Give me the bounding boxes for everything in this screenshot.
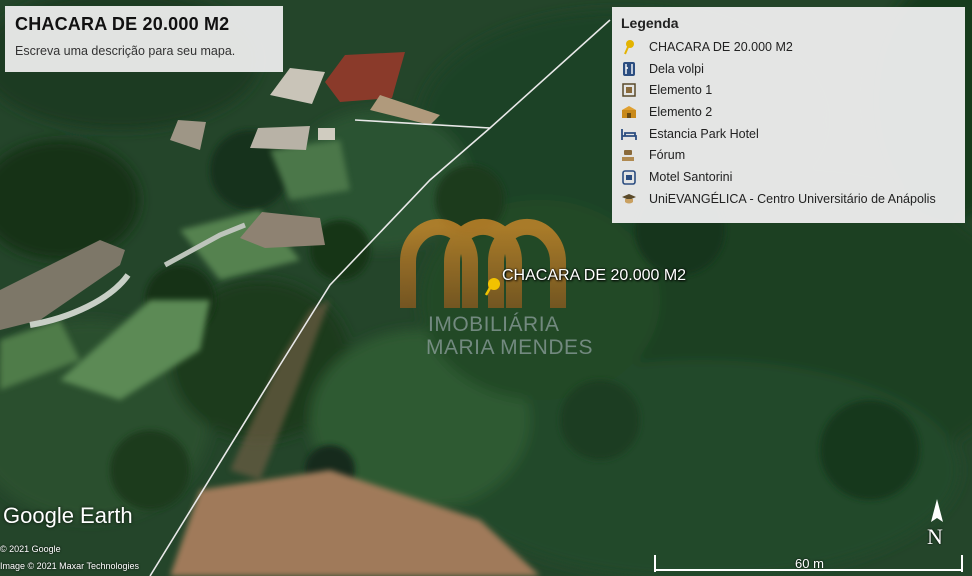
copyright-imagery: Image © 2021 Maxar Technologies xyxy=(0,561,140,571)
legend-panel: Legenda CHACARA DE 20.000 M2 Dela volpi … xyxy=(612,7,965,223)
legend-item-forum[interactable]: Fórum xyxy=(621,144,956,166)
placemark-label[interactable]: CHACARA DE 20.000 M2 xyxy=(502,267,686,285)
legend-item-chacara[interactable]: CHACARA DE 20.000 M2 xyxy=(621,36,956,58)
legend-item-elemento-2[interactable]: Elemento 2 xyxy=(621,101,956,123)
copyright-google: © 2021 Google xyxy=(0,544,61,554)
legend-item-motel-santorini[interactable]: Motel Santorini xyxy=(621,166,956,188)
legend-item-elemento-1[interactable]: Elemento 1 xyxy=(621,79,956,101)
north-compass[interactable]: N xyxy=(924,496,950,554)
legend-item-label: Fórum xyxy=(649,148,686,163)
legend-item-dela-volpi[interactable]: Dela volpi xyxy=(621,58,956,80)
legend-item-label: Estancia Park Hotel xyxy=(649,126,759,141)
compass-letter: N xyxy=(927,524,943,549)
pushpin-icon xyxy=(621,39,637,55)
legend-item-label: CHACARA DE 20.000 M2 xyxy=(649,39,793,54)
gavel-icon xyxy=(621,147,637,163)
watermark-line-2: MARIA MENDES xyxy=(426,336,594,359)
legend-item-label: Elemento 2 xyxy=(649,104,713,119)
graduation-cap-icon xyxy=(621,191,637,207)
square-icon xyxy=(621,82,637,98)
legend-title: Legenda xyxy=(621,15,679,31)
bed-icon xyxy=(621,126,637,142)
map-description[interactable]: Escreva uma descrição para seu mapa. xyxy=(15,44,273,58)
legend-item-label: Elemento 1 xyxy=(649,83,713,98)
legend-item-label: UniEVANGÉLICA - Centro Universitário de … xyxy=(649,191,936,206)
map-title: CHACARA DE 20.000 M2 xyxy=(15,14,230,34)
watermark-line-1: IMOBILIÁRIA xyxy=(428,313,560,336)
legend-item-label: Motel Santorini xyxy=(649,169,733,184)
legend-item-estancia-park-hotel[interactable]: Estancia Park Hotel xyxy=(621,123,956,145)
restaurant-icon xyxy=(621,61,637,77)
scale-label: 60 m xyxy=(795,556,824,571)
legend-item-label: Dela volpi xyxy=(649,61,704,76)
legend-item-unievangelica[interactable]: UniEVANGÉLICA - Centro Universitário de … xyxy=(621,188,956,210)
map-title-panel: CHACARA DE 20.000 M2 Escreva uma descriç… xyxy=(5,6,283,72)
google-earth-logo: Google Earth xyxy=(3,503,133,528)
motel-icon xyxy=(621,169,637,185)
building-icon xyxy=(621,104,637,120)
